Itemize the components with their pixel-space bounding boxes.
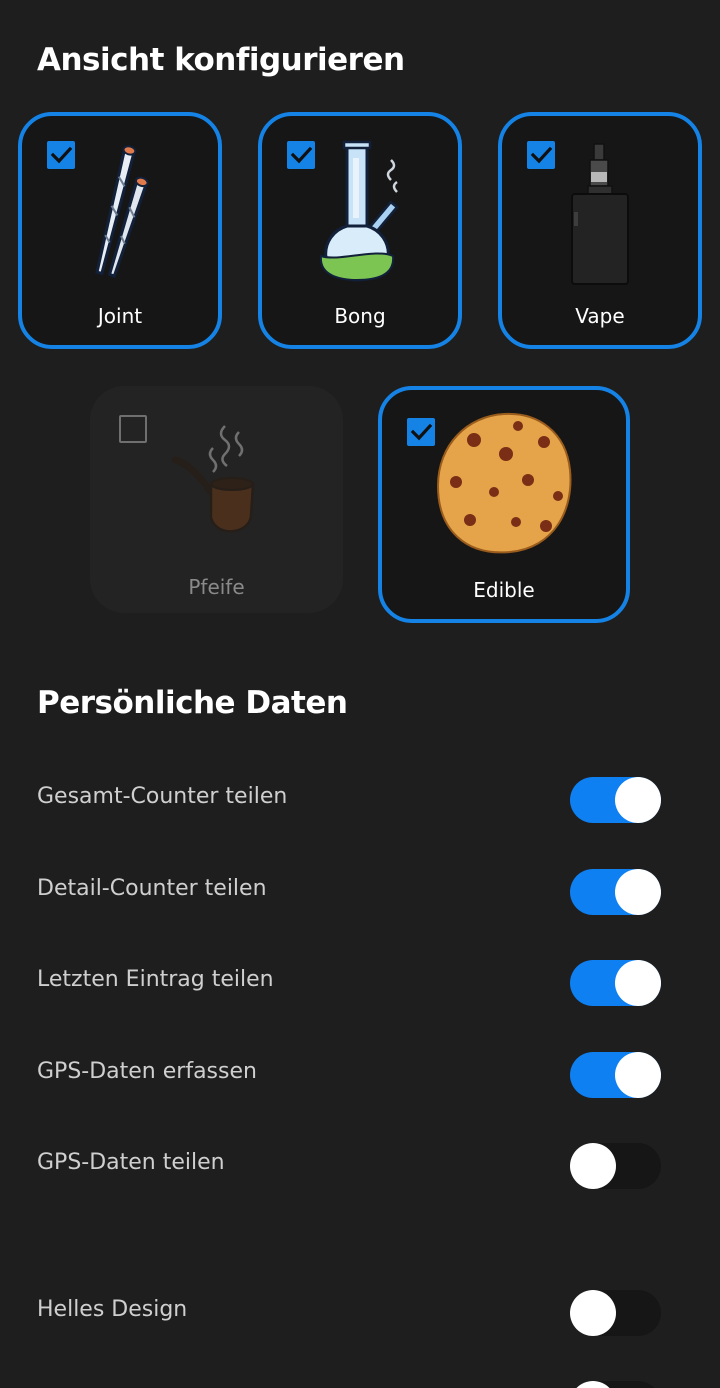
bong-label: Bong	[334, 304, 386, 328]
toggle-detail-counter[interactable]	[570, 869, 661, 915]
tile-vape[interactable]: Vape	[498, 112, 702, 349]
toggle-knob	[615, 869, 661, 915]
joint-label: Joint	[97, 304, 143, 328]
bong-icon	[319, 140, 399, 282]
tile-joint[interactable]: Joint	[18, 112, 222, 349]
cookie-icon	[436, 412, 572, 554]
toggle-gps-collect[interactable]	[570, 1052, 661, 1098]
setting-label-gps-share: GPS-Daten teilen	[37, 1150, 225, 1175]
personal-data-title: Persönliche Daten	[37, 685, 348, 721]
edible-checkbox[interactable]	[407, 418, 435, 446]
toggle-light-design[interactable]	[570, 1290, 661, 1336]
vape-label: Vape	[575, 304, 625, 328]
setting-label-light-design: Helles Design	[37, 1297, 188, 1322]
vape-checkbox[interactable]	[527, 141, 555, 169]
toggle-gps-share[interactable]	[570, 1143, 661, 1189]
setting-label-gps-collect: GPS-Daten erfassen	[37, 1059, 257, 1084]
setting-label-last-entry: Letzten Eintrag teilen	[37, 967, 274, 992]
joint-icon	[95, 145, 149, 278]
setting-label-total-counter: Gesamt-Counter teilen	[37, 784, 288, 809]
settings-page: Ansicht konfigurieren Joint Bong Vape Pf…	[0, 0, 720, 1388]
toggle-knob	[570, 1381, 616, 1388]
toggle-knob	[570, 1143, 616, 1189]
toggle-knob	[615, 1052, 661, 1098]
pipe-checkbox[interactable]	[119, 415, 147, 443]
toggle-knob	[570, 1290, 616, 1336]
toggle-last-entry[interactable]	[570, 960, 661, 1006]
toggle-knob	[615, 960, 661, 1006]
toggle-next-partial[interactable]	[570, 1381, 661, 1388]
pipe-label: Pfeife	[188, 575, 245, 599]
setting-label-detail-counter: Detail-Counter teilen	[37, 876, 267, 901]
view-config-title: Ansicht konfigurieren	[37, 42, 405, 78]
toggle-total-counter[interactable]	[570, 777, 661, 823]
vape-icon	[571, 143, 629, 285]
tile-edible[interactable]: Edible	[378, 386, 630, 623]
edible-label: Edible	[473, 578, 535, 602]
tile-pipe[interactable]: Pfeife	[90, 386, 343, 613]
toggle-knob	[615, 777, 661, 823]
tile-bong[interactable]: Bong	[258, 112, 462, 349]
pipe-icon	[171, 425, 254, 533]
joint-checkbox[interactable]	[47, 141, 75, 169]
